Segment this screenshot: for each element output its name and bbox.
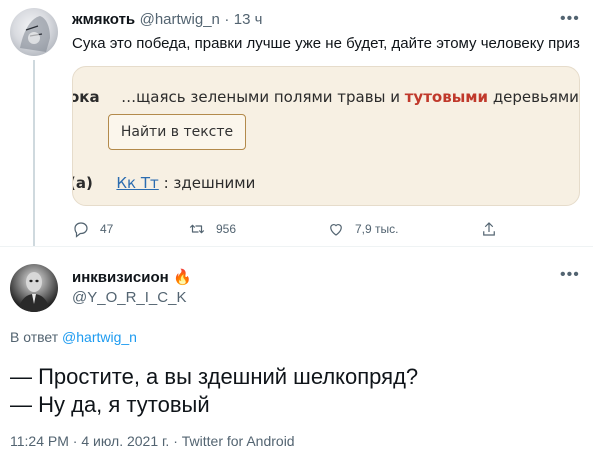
avatar-art-icon [20, 16, 50, 52]
divider [0, 246, 593, 247]
reply-count: 47 [100, 222, 114, 236]
media-bottom-sep: : [163, 174, 169, 192]
author-name[interactable]: инквизисион [72, 269, 169, 286]
media-snippet-post: деревьями, г [492, 88, 580, 106]
avatar[interactable] [10, 264, 58, 312]
author-name[interactable]: жмякоть [72, 11, 135, 28]
tweet-line-2: — Ну да, я тутовый [10, 392, 210, 417]
author-line: инквизисион 🔥 [72, 268, 192, 287]
meta-date[interactable]: 4 июл. 2021 г. [81, 433, 169, 449]
meta-source[interactable]: Twitter for Android [182, 433, 295, 449]
share-action[interactable] [480, 220, 498, 238]
media-snippet-pre: …щаясь зелеными полями травы и [121, 88, 405, 106]
author-handle[interactable]: @hartwig_n [140, 11, 220, 28]
avatar-art-icon [18, 272, 50, 312]
media-bottom-label: (а) [73, 174, 93, 192]
avatar[interactable] [10, 8, 58, 56]
retweet-count: 956 [216, 222, 237, 236]
media-prefix: ока [72, 88, 100, 106]
tweet-line-1: — Простите, а вы здешний шелкопряд? [10, 364, 419, 389]
author-handle[interactable]: @Y_O_R_I_C_K [72, 289, 186, 306]
share-icon [483, 222, 495, 236]
meta-sep: · [72, 433, 78, 449]
reply-prefix: В ответ [10, 329, 59, 345]
more-dots-icon[interactable]: ••• [560, 266, 580, 284]
retweet-icon [189, 224, 205, 234]
media-bottom-link[interactable]: Кк Тт [116, 174, 158, 192]
media-bottom-line: (а) Кк Тт : здешними [73, 174, 256, 192]
reply-to-link[interactable]: @hartwig_n [62, 329, 137, 345]
more-dots-icon[interactable]: ••• [560, 10, 580, 28]
retweet-action[interactable]: 956 [188, 220, 236, 238]
media-card[interactable]: ока …щаясь зелеными полями травы и тутов… [72, 66, 580, 206]
tweet-header: жмякоть @hartwig_n · 13 ч [72, 11, 262, 29]
time-separator: · [224, 11, 230, 28]
fire-icon: 🔥 [173, 269, 192, 286]
tweet-text: Сука это победа, правки лучше уже не буд… [72, 35, 580, 52]
like-count: 7,9 тыс. [355, 222, 399, 236]
find-in-text-button[interactable]: Найти в тексте [108, 114, 246, 150]
tweet-time[interactable]: 13 ч [234, 11, 263, 28]
media-snippet-line: ока …щаясь зелеными полями травы и тутов… [72, 88, 580, 106]
reply-action[interactable]: 47 [72, 220, 113, 238]
reply-icon [74, 222, 88, 238]
thread-line [33, 60, 35, 246]
tweet-meta: 11:24 PM · 4 июл. 2021 г. · Twitter for … [10, 433, 295, 449]
meta-sep: · [173, 433, 178, 449]
meta-time[interactable]: 11:24 PM [10, 433, 69, 449]
like-action[interactable]: 7,9 тыс. [327, 220, 398, 238]
media-snippet-highlight: тутовыми [404, 88, 489, 106]
reply-context: В ответ @hartwig_n [10, 329, 137, 345]
heart-icon [330, 224, 342, 236]
media-bottom-word: здешними [173, 174, 256, 192]
